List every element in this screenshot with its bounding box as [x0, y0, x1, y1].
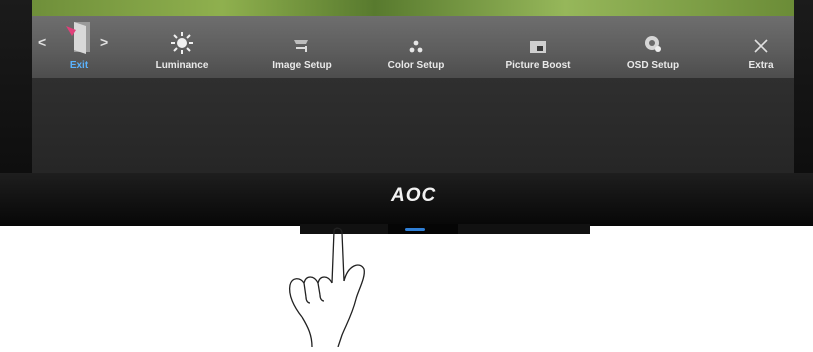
osd-item-osd-setup[interactable]: OSD Setup	[618, 16, 688, 78]
osd-item-label: Image Setup	[272, 60, 332, 71]
osd-item-label: Luminance	[155, 60, 209, 71]
nav-right-arrow[interactable]: >	[100, 34, 108, 50]
color-dots-icon	[408, 22, 424, 54]
monitor: < Exit > Luminance Image Setup Color Set…	[0, 0, 813, 226]
brand-logo: AOC	[391, 185, 437, 206]
osd-item-extra[interactable]: Extra	[736, 16, 786, 78]
power-led	[405, 228, 425, 231]
sun-icon	[171, 22, 193, 54]
picture-boost-icon	[529, 22, 547, 54]
osd-item-label: Extra	[748, 60, 774, 71]
osd-item-image-setup[interactable]: Image Setup	[264, 16, 340, 78]
pointing-hand-icon	[272, 225, 382, 352]
osd-setup-icon	[643, 22, 663, 54]
osd-item-exit[interactable]: Exit	[54, 16, 104, 78]
tools-icon	[753, 22, 769, 54]
nav-left-arrow[interactable]: <	[38, 34, 46, 50]
exit-door-icon	[64, 22, 94, 54]
osd-content-area	[32, 78, 794, 173]
osd-item-picture-boost[interactable]: Picture Boost	[498, 16, 578, 78]
osd-item-label: Exit	[69, 60, 89, 71]
monitor-screen: < Exit > Luminance Image Setup Color Set…	[32, 0, 794, 173]
osd-item-label: Color Setup	[387, 60, 445, 71]
image-setup-icon	[292, 22, 312, 54]
osd-item-color-setup[interactable]: Color Setup	[378, 16, 454, 78]
osd-item-luminance[interactable]: Luminance	[152, 16, 212, 78]
osd-menu-bar: < Exit > Luminance Image Setup Color Set…	[32, 16, 794, 79]
screen-wallpaper	[32, 0, 794, 16]
osd-item-label: OSD Setup	[626, 60, 680, 71]
osd-item-label: Picture Boost	[505, 60, 571, 71]
